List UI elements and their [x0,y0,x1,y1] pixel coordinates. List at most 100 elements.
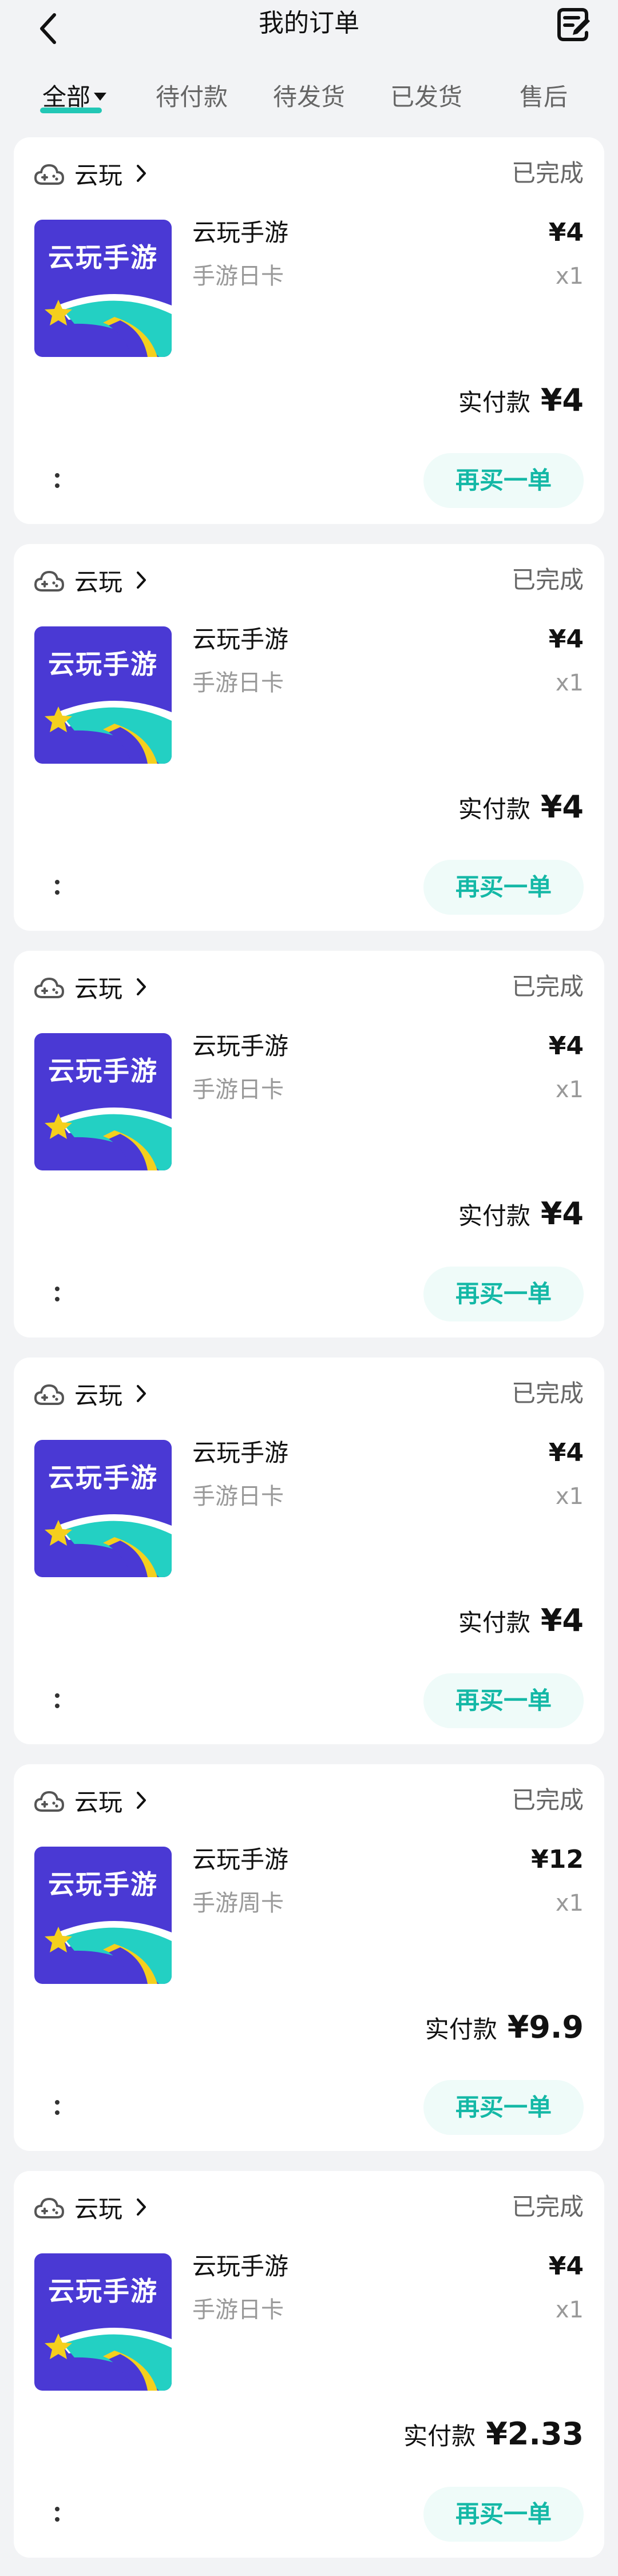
unit-price: ¥4 [548,218,584,247]
more-options-button[interactable] [46,2085,69,2130]
buy-again-button[interactable]: 再买一单 [423,860,584,915]
tab-all[interactable]: 全部 [34,74,114,120]
more-options-button[interactable] [46,1678,69,1724]
more-dots-icon [55,1704,60,1708]
paid-summary: 实付款 ¥4 [458,382,584,428]
product-thumbnail[interactable]: 云玩手游 [34,220,172,357]
shop-link[interactable]: 云玩 [34,967,148,1007]
unit-price: ¥12 [531,1845,584,1874]
more-options-button[interactable] [46,2491,69,2537]
buy-again-button[interactable]: 再买一单 [423,453,584,508]
paid-label: 实付款 [458,1202,530,1230]
buy-again-button[interactable]: 再买一单 [423,2487,584,2542]
more-dots-icon [55,890,60,895]
paid-summary: 实付款 ¥4 [458,1602,584,1648]
thumbnail-title: 云玩手游 [48,242,158,273]
order-card: 云玩 已完成 云玩手游 云玩手游 手游日卡 ¥4 x1 实付款 ¥2.33 再买… [14,2171,604,2558]
shop-name: 云玩 [74,2194,123,2223]
chevron-right-icon [135,1791,148,1810]
more-options-button[interactable] [46,1271,69,1317]
unit-price: ¥4 [548,1438,584,1467]
unit-price: ¥4 [548,1031,584,1061]
page-title: 我的订单 [259,9,359,38]
order-card: 云玩 已完成 云玩手游 云玩手游 手游日卡 ¥4 x1 实付款 ¥4 再买一单 [14,137,604,524]
shop-name: 云玩 [74,1381,123,1410]
shop-link[interactable]: 云玩 [34,153,148,193]
product-thumbnail[interactable]: 云玩手游 [34,1033,172,1170]
product-spec: 手游日卡 [192,263,284,289]
shop-link[interactable]: 云玩 [34,1374,148,1414]
product-name[interactable]: 云玩手游 [192,1026,288,1066]
order-tabs: 全部 待付款 待发货 已发货 售后 [0,74,618,120]
more-dots-icon [55,1287,60,1291]
gamepad-cloud-icon [34,2192,64,2222]
product-thumbnail[interactable]: 云玩手游 [34,626,172,764]
product-name[interactable]: 云玩手游 [192,1840,288,1880]
shop-link[interactable]: 云玩 [34,560,148,600]
paid-amount: ¥4 [540,1196,584,1232]
product-spec: 手游日卡 [192,2297,284,2323]
shop-link[interactable]: 云玩 [34,1780,148,1820]
thumbnail-title: 云玩手游 [48,2276,158,2307]
tab-pending-shipment[interactable]: 待发货 [260,74,358,120]
gamepad-cloud-icon [34,565,64,595]
order-card: 云玩 已完成 云玩手游 云玩手游 手游日卡 ¥4 x1 实付款 ¥4 再买一单 [14,1358,604,1744]
buy-again-button[interactable]: 再买一单 [423,1267,584,1321]
more-dots-icon [55,2507,60,2511]
buy-again-button[interactable]: 再买一单 [423,1673,584,1728]
product-name[interactable]: 云玩手游 [192,2246,288,2287]
product-thumbnail[interactable]: 云玩手游 [34,2253,172,2391]
paid-amount: ¥4 [540,382,584,418]
unit-price: ¥4 [548,625,584,654]
paid-amount: ¥9.9 [507,2009,584,2045]
shop-name: 云玩 [74,1788,123,1816]
shop-name: 云玩 [74,974,123,1003]
more-dots-icon [55,473,60,478]
order-status: 已完成 [511,1379,584,1407]
order-status: 已完成 [511,159,584,187]
quantity: x1 [555,670,584,696]
thumbnail-title: 云玩手游 [48,1869,158,1900]
thumbnail-title: 云玩手游 [48,1055,158,1086]
tab-pending-payment[interactable]: 待付款 [143,74,240,120]
product-thumbnail[interactable]: 云玩手游 [34,1847,172,1984]
header: 我的订单 全部 待付款 待发货 已发货 售后 [0,0,618,132]
more-options-button[interactable] [46,864,69,910]
edit-note-button[interactable] [553,3,595,46]
product-name[interactable]: 云玩手游 [192,1433,288,1473]
paid-label: 实付款 [458,388,530,416]
paid-summary: 实付款 ¥9.9 [425,2009,584,2055]
order-card: 云玩 已完成 云玩手游 云玩手游 手游周卡 ¥12 x1 实付款 ¥9.9 再买… [14,1764,604,2151]
tab-after-sales[interactable]: 售后 [495,74,592,120]
gamepad-cloud-icon [34,158,64,188]
more-options-button[interactable] [46,458,69,503]
chevron-right-icon [135,164,148,183]
chevron-right-icon [135,570,148,590]
edit-note-icon [557,8,590,41]
shop-link[interactable]: 云玩 [34,2187,148,2227]
order-card: 云玩 已完成 云玩手游 云玩手游 手游日卡 ¥4 x1 实付款 ¥4 再买一单 [14,951,604,1337]
more-dots-icon [55,2517,60,2522]
paid-amount: ¥2.33 [486,2416,584,2452]
buy-again-button[interactable]: 再买一单 [423,2080,584,2135]
quantity: x1 [555,1077,584,1103]
chevron-right-icon [135,977,148,997]
more-dots-icon [55,483,60,488]
paid-summary: 实付款 ¥4 [458,789,584,835]
paid-label: 实付款 [425,2015,497,2043]
product-name[interactable]: 云玩手游 [192,620,288,660]
paid-label: 实付款 [458,1609,530,1637]
shop-name: 云玩 [74,161,123,189]
more-dots-icon [55,2110,60,2115]
gamepad-cloud-icon [34,1785,64,1815]
chevron-right-icon [135,1384,148,1403]
thumbnail-title: 云玩手游 [48,1462,158,1493]
product-thumbnail[interactable]: 云玩手游 [34,1440,172,1577]
tab-shipped[interactable]: 已发货 [378,74,475,120]
gamepad-cloud-icon [34,972,64,1002]
thumbnail-title: 云玩手游 [48,649,158,680]
tab-active-indicator [40,108,102,113]
product-name[interactable]: 云玩手游 [192,213,288,253]
more-dots-icon [55,2100,60,2105]
product-spec: 手游日卡 [192,670,284,696]
